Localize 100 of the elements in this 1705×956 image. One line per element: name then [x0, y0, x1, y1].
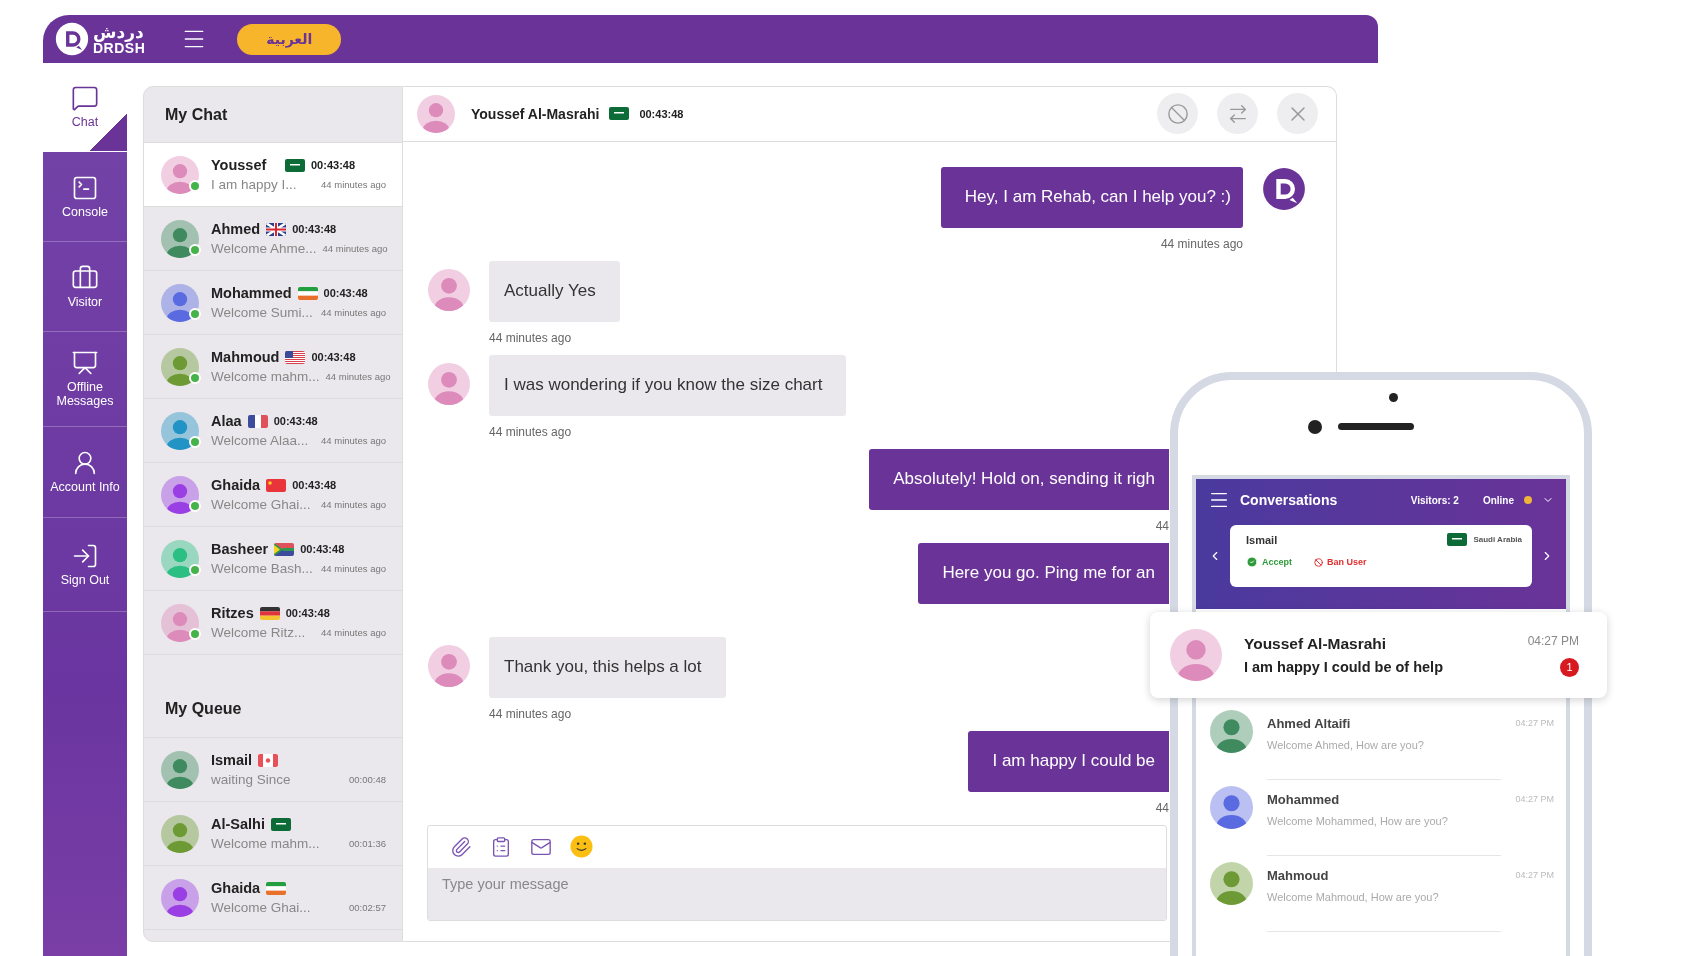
- queue-item[interactable]: Ghaida Welcome Ghai... 00:02:57: [144, 866, 402, 930]
- chat-list-item[interactable]: Youssef 00:43:48 I am happy I... 44 minutes ago: [144, 143, 402, 207]
- ban-button[interactable]: [1157, 93, 1198, 135]
- sidebar-item[interactable]: Account Info: [43, 427, 127, 518]
- contact-name: Youssef: [211, 157, 268, 173]
- chat-list-item[interactable]: Ritzes 00:43:48 Welcome Ritz... 44 minutes ago: [144, 591, 402, 655]
- message-time: 44 minutes ago: [489, 424, 572, 439]
- chat-duration: 00:43:48: [639, 107, 684, 120]
- sidebar-item[interactable]: Chat: [43, 63, 127, 152]
- message-preview: Welcome Alaa...: [211, 433, 310, 448]
- flag-icon: [297, 286, 318, 300]
- wait-time: 00:00:48: [349, 774, 386, 785]
- contact-name: Mahmoud: [1267, 868, 1330, 883]
- flag-icon: [266, 478, 287, 492]
- country-label: Saudi Arabia: [1473, 535, 1522, 544]
- clipboard-button[interactable]: [490, 835, 512, 858]
- flag-icon: [271, 817, 291, 831]
- flag-icon: [247, 414, 268, 428]
- message-preview: I am happy I could be of help: [1244, 659, 1444, 675]
- logo-icon: [55, 22, 89, 56]
- message-bubble: Here you go. Ping me for an: [918, 542, 1169, 604]
- wait-time: 00:01:36: [349, 838, 386, 849]
- queue-item[interactable]: Al-Salhi Welcome mahm... 00:01:36: [144, 802, 402, 866]
- conversation-item[interactable]: Ahmed Altaifi Welcome Ahmed, How are you? 04:27 PM: [1196, 704, 1566, 780]
- message-preview: waiting Since: [211, 772, 292, 787]
- message-bubble: Hey, I am Rehab, can I help you? :): [940, 166, 1243, 228]
- contact-name: Ahmed Altaifi: [1267, 716, 1352, 731]
- ban-user-button[interactable]: Ban User: [1314, 557, 1367, 567]
- timestamp: 44 minutes ago: [321, 563, 386, 574]
- flag-icon: [1447, 533, 1468, 546]
- message-preview: Welcome mahm...: [211, 836, 321, 851]
- ban-icon: [1314, 557, 1323, 567]
- flag-icon: [259, 606, 280, 620]
- contact-name: Ritzes: [211, 605, 254, 621]
- queue-item[interactable]: Ismail waiting Since 00:00:48: [144, 738, 402, 802]
- chat-list-item[interactable]: Ghaida 00:43:48 Welcome Ghai... 44 minutes ago: [144, 463, 402, 527]
- contact-name: Al-Salhi: [211, 816, 265, 832]
- conversation-item[interactable]: Mohammed Welcome Mohammed, How are you? 04:27 PM: [1196, 780, 1566, 856]
- contact-name: Alaa: [211, 413, 242, 429]
- chat-duration: 00:43:48: [323, 287, 368, 299]
- timestamp: 44 minutes ago: [325, 371, 391, 382]
- message-preview: Welcome Mahmoud, How are you?: [1267, 891, 1440, 903]
- contact-name: Basheer: [211, 541, 269, 557]
- visitor-count: Visitors: 2: [1410, 494, 1459, 506]
- message-time: 44 minutes ago: [489, 706, 572, 721]
- chat-list-item[interactable]: Mohammed 00:43:48 Welcome Sumi... 44 minutes ago: [144, 271, 402, 335]
- flag-icon: [285, 350, 306, 364]
- notification-card[interactable]: Youssef Al-Masrahi I am happy I could be of help 04:27 PM 1: [1150, 612, 1607, 698]
- timestamp: 44 minutes ago: [321, 499, 386, 510]
- language-button[interactable]: العربية: [237, 23, 342, 55]
- attach-button[interactable]: [450, 835, 472, 858]
- sidebar-item[interactable]: Offline Messages: [43, 332, 127, 427]
- status-label: Online: [1482, 494, 1514, 506]
- chat-list-item[interactable]: Alaa 00:43:48 Welcome Alaa... 44 minutes ago: [144, 399, 402, 463]
- emoji-button[interactable]: [570, 835, 593, 859]
- timestamp: 44 minutes ago: [321, 627, 386, 638]
- sidebar-item[interactable]: Sign Out: [43, 518, 127, 612]
- message-preview: Welcome Ahme...: [211, 241, 317, 256]
- unread-badge: 1: [1560, 657, 1579, 677]
- contact-name: Ismail: [211, 752, 253, 768]
- chat-duration: 00:43:48: [292, 479, 337, 491]
- accept-button[interactable]: Accept: [1246, 556, 1292, 568]
- timestamp: 44 minutes ago: [321, 307, 386, 318]
- message-time: 04:27 PM: [1527, 633, 1579, 648]
- message-preview: Welcome Ahmed, How are you?: [1267, 739, 1425, 751]
- flag-icon: [285, 158, 305, 172]
- transfer-button[interactable]: [1217, 93, 1258, 135]
- sidebar-item[interactable]: Visitor: [43, 242, 127, 332]
- flag-icon: [266, 881, 287, 895]
- timestamp: 44 minutes ago: [321, 435, 386, 446]
- message-preview: I am happy I...: [211, 177, 298, 192]
- message-bubble: I was wondering if you know the size chart: [489, 354, 847, 416]
- logo-text: DRDSH: [93, 40, 146, 55]
- message-bubble: Absolutely! Hold on, sending it righ: [869, 448, 1169, 510]
- ban-icon: [1166, 102, 1189, 125]
- message-preview: Welcome Mohammed, How are you?: [1267, 815, 1449, 827]
- flag-icon: [258, 753, 279, 767]
- agent-logo-icon: [1262, 166, 1306, 211]
- check-icon: [1246, 556, 1258, 568]
- flag-icon: [609, 107, 630, 121]
- clipboard-icon: [490, 835, 512, 858]
- chat-duration: 00:43:48: [292, 223, 337, 235]
- message-bubble: Thank you, this helps a lot: [489, 636, 726, 698]
- sidebar-item[interactable]: Console: [43, 152, 127, 242]
- message-time: 04:27 PM: [1515, 794, 1554, 804]
- message-preview: Welcome Sumi...: [211, 305, 314, 320]
- conversation-item[interactable]: Mahmoud Welcome Mahmoud, How are you? 04:27 PM: [1196, 856, 1566, 932]
- message-bubble: Actually Yes: [489, 260, 620, 322]
- message-preview: Welcome Bash...: [211, 561, 314, 576]
- message-time: 44: [1155, 800, 1169, 815]
- wait-time: 00:02:57: [349, 902, 386, 913]
- contact-name: Ghaida: [211, 880, 261, 896]
- chat-list-item[interactable]: Basheer 00:43:48 Welcome Bash... 44 minutes ago: [144, 527, 402, 591]
- message-input[interactable]: Type your message: [428, 867, 1166, 920]
- message-time: 04:27 PM: [1515, 870, 1554, 880]
- paperclip-icon: [450, 835, 472, 858]
- chat-list-item[interactable]: Mahmoud 00:43:48 Welcome mahm... 44 minutes ago: [144, 335, 402, 399]
- chat-list-item[interactable]: Ahmed 00:43:48 Welcome Ahme... 44 minutes ago: [144, 207, 402, 271]
- status-dot: [1524, 496, 1532, 504]
- chat-duration: 00:43:48: [300, 543, 345, 555]
